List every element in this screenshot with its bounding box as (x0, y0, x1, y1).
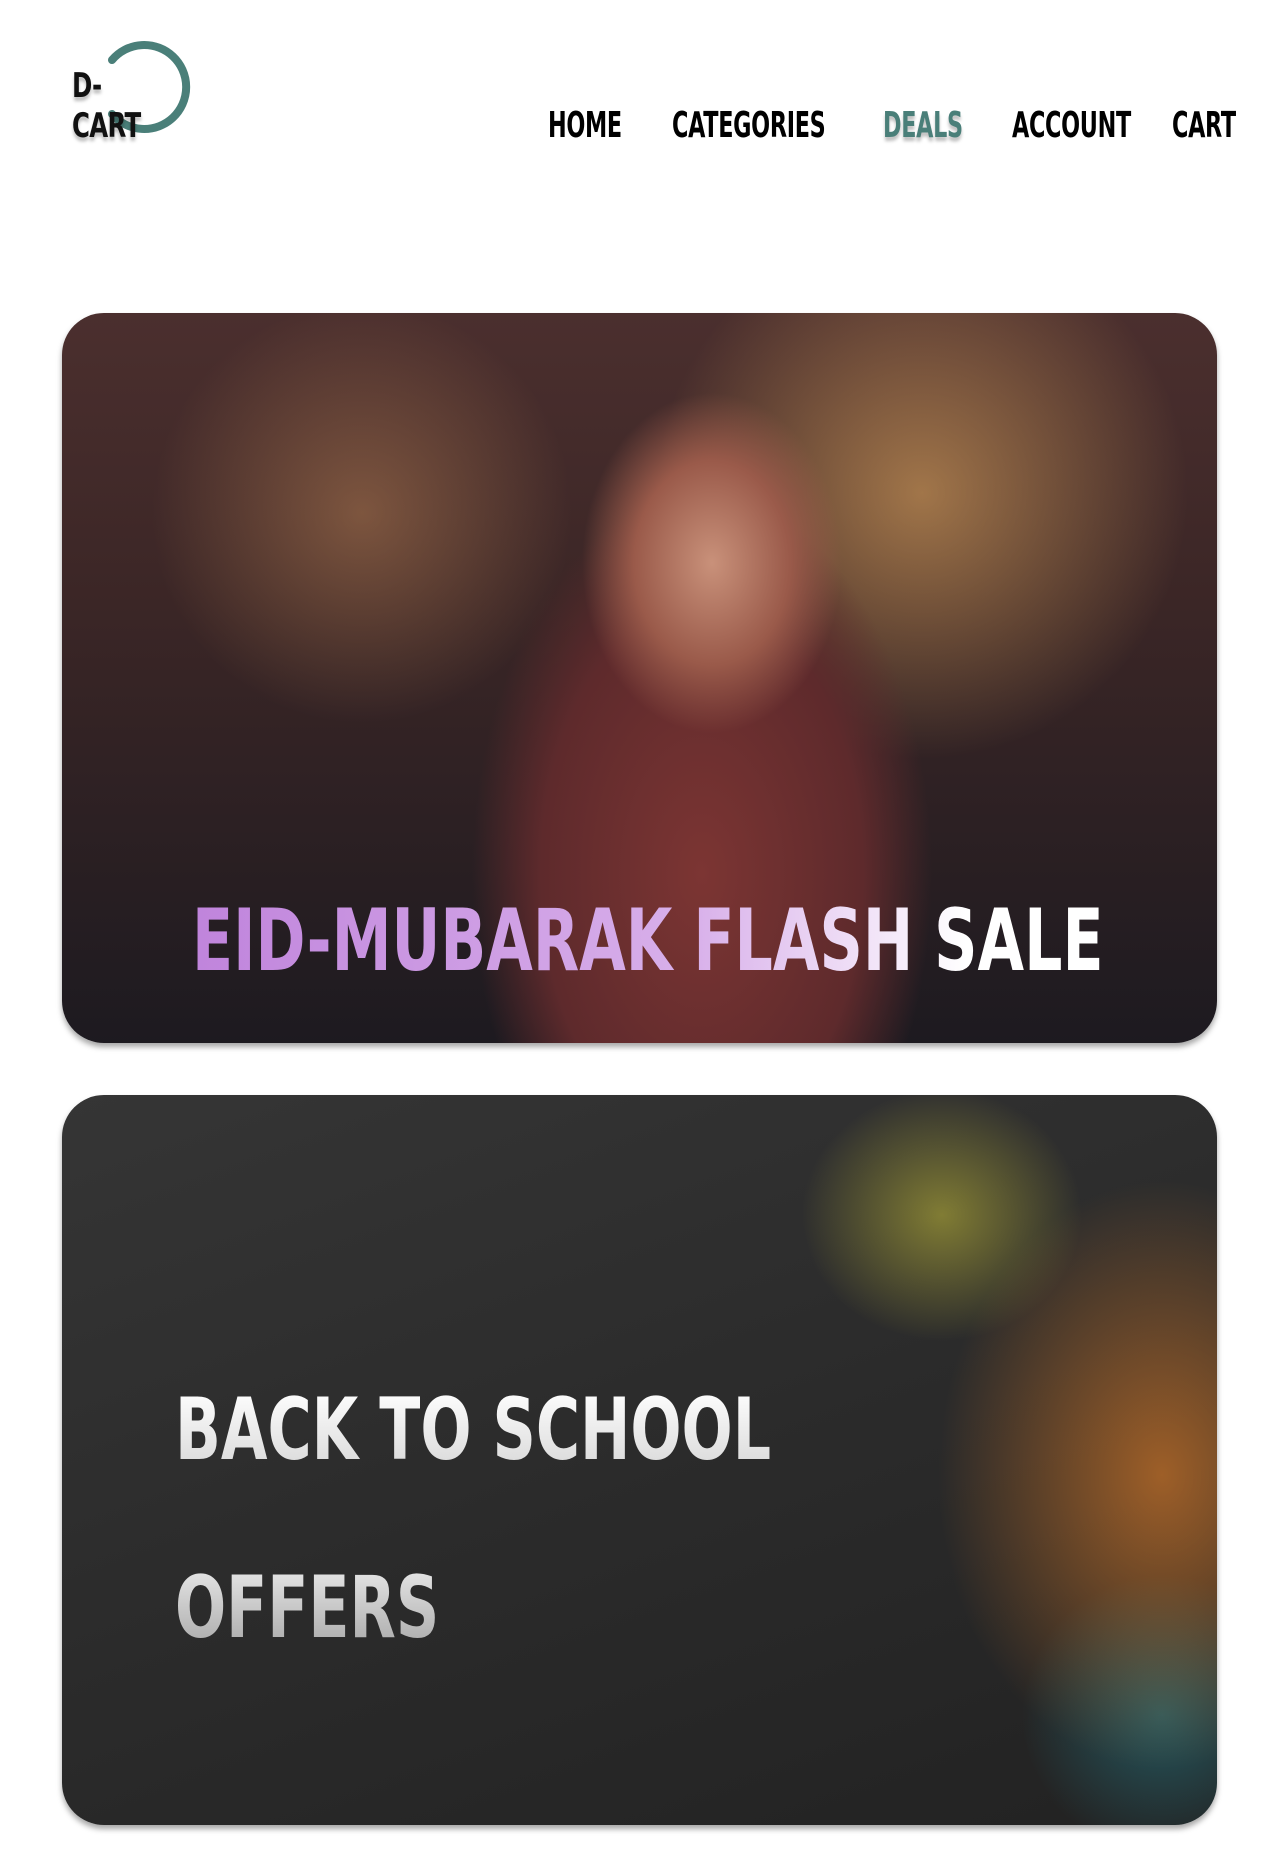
nav-home[interactable]: HOME (548, 106, 622, 146)
nav-deals[interactable]: DEALS (883, 106, 963, 146)
nav-account[interactable]: ACCOUNT (1012, 106, 1131, 146)
nav-cart[interactable]: CART (1172, 106, 1236, 146)
nav-categories[interactable]: CATEGORIES (672, 106, 826, 146)
deal-title-line1: BACK TO SCHOOL (175, 1380, 772, 1480)
deal-title: EID-MUBARAK FLASH SALE (192, 891, 1104, 991)
main-nav: HOME CATEGORIES DEALS ACCOUNT CART (0, 106, 1280, 146)
deal-title-line2: OFFERS (175, 1558, 440, 1658)
deal-card-eid-flash-sale[interactable]: EID-MUBARAK FLASH SALE (62, 313, 1217, 1043)
deal-card-back-to-school[interactable]: BACK TO SCHOOL OFFERS (62, 1095, 1217, 1825)
